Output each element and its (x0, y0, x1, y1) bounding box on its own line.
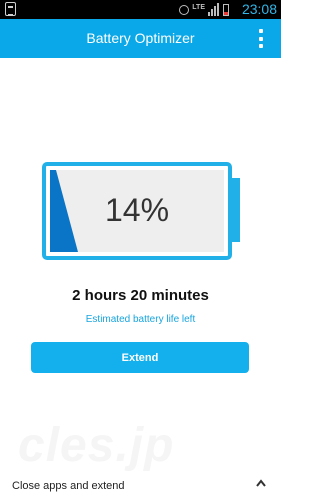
app-notification-icon (5, 2, 16, 16)
battery-terminal (232, 178, 240, 242)
extend-button[interactable]: Extend (31, 342, 249, 373)
time-left: 2 hours 20 minutes (72, 287, 209, 304)
alarm-icon (179, 4, 190, 15)
app-bar: Battery Optimizer (0, 19, 281, 58)
watermark: cles.jp (18, 419, 175, 472)
chevron-up-icon[interactable] (255, 478, 267, 488)
close-apps-label: Close apps and extend (12, 480, 125, 492)
app-title: Battery Optimizer (86, 30, 195, 46)
overflow-menu-icon[interactable] (258, 29, 264, 48)
battery-percent: 14% (104, 192, 170, 228)
signal-icon (208, 3, 219, 16)
status-icons: LTE (179, 3, 229, 16)
battery-icon (223, 3, 229, 16)
status-time: 23:08 (241, 1, 277, 17)
bottom-bar[interactable]: Close apps and extend (0, 475, 281, 500)
screen: LTE 23:08 Battery Optimizer 14% 2 hours … (0, 0, 281, 500)
estimated-label: Estimated battery life left (85, 314, 196, 325)
status-bar: LTE 23:08 (0, 0, 281, 19)
lte-icon: LTE (192, 4, 205, 11)
